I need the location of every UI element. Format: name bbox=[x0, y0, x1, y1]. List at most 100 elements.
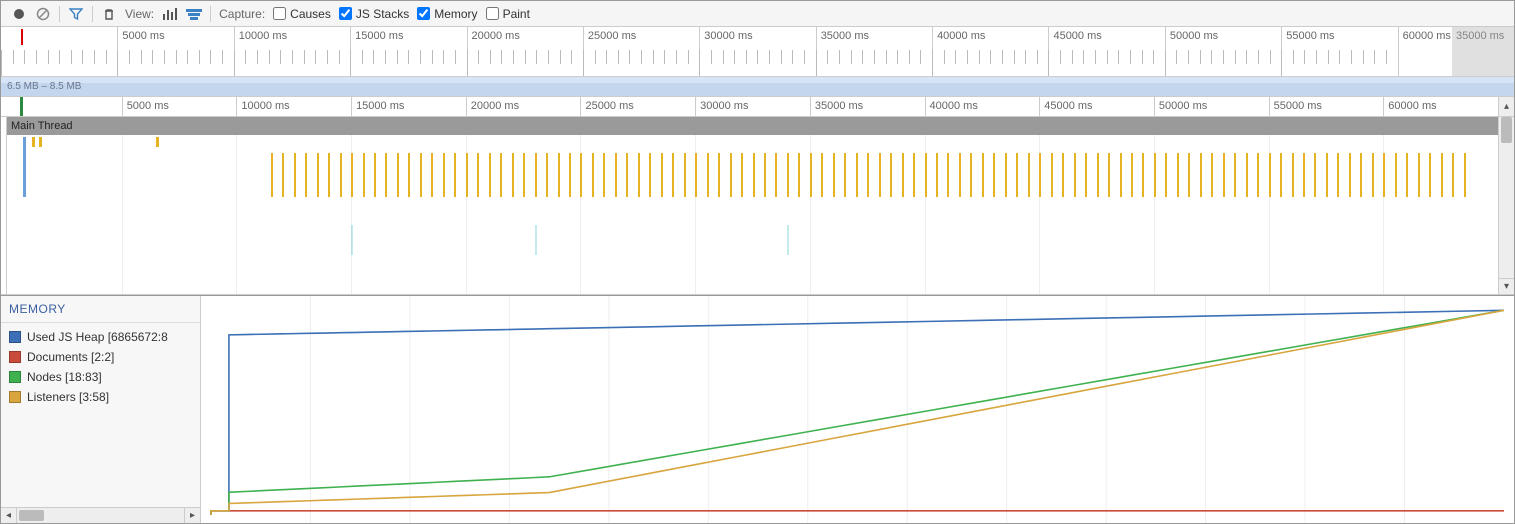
flame-event[interactable] bbox=[24, 137, 26, 197]
flame-task[interactable] bbox=[684, 153, 686, 197]
flame-event[interactable] bbox=[535, 225, 537, 255]
flame-task[interactable] bbox=[718, 153, 720, 197]
flame-task[interactable] bbox=[1085, 153, 1087, 197]
flame-task[interactable] bbox=[466, 153, 468, 197]
flame-task[interactable] bbox=[271, 153, 273, 197]
flame-task[interactable] bbox=[1360, 153, 1362, 197]
flame-task[interactable] bbox=[1395, 153, 1397, 197]
flame-event[interactable] bbox=[351, 225, 353, 255]
flame-task[interactable] bbox=[317, 153, 319, 197]
flame-task[interactable] bbox=[844, 153, 846, 197]
flame-task[interactable] bbox=[890, 153, 892, 197]
flame-task[interactable] bbox=[661, 153, 663, 197]
flame-task[interactable] bbox=[1269, 153, 1271, 197]
flame-task[interactable] bbox=[558, 153, 560, 197]
memory-overview-strip[interactable]: 6.5 MB – 8.5 MB bbox=[1, 77, 1514, 97]
flame-task[interactable] bbox=[810, 153, 812, 197]
overview-range-handle[interactable]: 35000 ms bbox=[1452, 27, 1514, 76]
flame-task[interactable] bbox=[420, 153, 422, 197]
bars-view-icon[interactable] bbox=[162, 6, 178, 22]
scroll-right-button[interactable]: ▸ bbox=[184, 508, 200, 523]
sidebar-hscrollbar[interactable]: ◂ ▸ bbox=[1, 507, 200, 523]
flame-task[interactable] bbox=[1200, 153, 1202, 197]
flame-task[interactable] bbox=[305, 153, 307, 197]
scroll-thumb[interactable] bbox=[19, 510, 44, 521]
paint-checkbox[interactable]: Paint bbox=[486, 7, 530, 21]
flame-task[interactable] bbox=[730, 153, 732, 197]
flame-task[interactable] bbox=[764, 153, 766, 197]
record-icon[interactable] bbox=[11, 6, 27, 22]
flame-task[interactable] bbox=[1177, 153, 1179, 197]
flame-task[interactable] bbox=[993, 153, 995, 197]
flame-task[interactable] bbox=[775, 153, 777, 197]
flame-task[interactable] bbox=[477, 153, 479, 197]
legend-item-nodes[interactable]: Nodes [18:83] bbox=[1, 367, 200, 387]
flame-task[interactable] bbox=[385, 153, 387, 197]
flame-task[interactable] bbox=[821, 153, 823, 197]
flame-task[interactable] bbox=[1418, 153, 1420, 197]
scroll-left-button[interactable]: ◂ bbox=[1, 508, 17, 523]
flame-task[interactable] bbox=[1314, 153, 1316, 197]
flame-task[interactable] bbox=[925, 153, 927, 197]
flame-task[interactable] bbox=[798, 153, 800, 197]
flame-task[interactable] bbox=[1051, 153, 1053, 197]
flame-task[interactable] bbox=[294, 153, 296, 197]
memory-checkbox[interactable]: Memory bbox=[417, 7, 477, 21]
flame-task[interactable] bbox=[1326, 153, 1328, 197]
flame-task[interactable] bbox=[1441, 153, 1443, 197]
flame-task[interactable] bbox=[500, 153, 502, 197]
flame-task[interactable] bbox=[707, 153, 709, 197]
flame-task[interactable] bbox=[936, 153, 938, 197]
flame-task[interactable] bbox=[523, 153, 525, 197]
flame-task[interactable] bbox=[753, 153, 755, 197]
flame-task[interactable] bbox=[32, 137, 35, 147]
flame-task[interactable] bbox=[672, 153, 674, 197]
flame-event[interactable] bbox=[787, 225, 789, 255]
memory-chart[interactable] bbox=[201, 296, 1514, 523]
flame-task[interactable] bbox=[1062, 153, 1064, 197]
flame-task[interactable] bbox=[1005, 153, 1007, 197]
flame-task[interactable] bbox=[1464, 153, 1466, 197]
flame-task[interactable] bbox=[156, 137, 159, 147]
scroll-up-button[interactable]: ▴ bbox=[1498, 97, 1514, 116]
garbage-icon[interactable] bbox=[101, 6, 117, 22]
jsstacks-checkbox[interactable]: JS Stacks bbox=[339, 7, 409, 21]
scroll-thumb[interactable] bbox=[1501, 117, 1512, 143]
flame-task[interactable] bbox=[397, 153, 399, 197]
causes-checkbox[interactable]: Causes bbox=[273, 7, 331, 21]
legend-item-heap[interactable]: Used JS Heap [6865672:8 bbox=[1, 327, 200, 347]
flame-task[interactable] bbox=[535, 153, 537, 197]
flame-task[interactable] bbox=[959, 153, 961, 197]
flame-view-icon[interactable] bbox=[186, 6, 202, 22]
flame-task[interactable] bbox=[1406, 153, 1408, 197]
flame-task[interactable] bbox=[833, 153, 835, 197]
flame-task[interactable] bbox=[1280, 153, 1282, 197]
flame-task[interactable] bbox=[328, 153, 330, 197]
flame-task[interactable] bbox=[913, 153, 915, 197]
flame-task[interactable] bbox=[1257, 153, 1259, 197]
flame-task[interactable] bbox=[580, 153, 582, 197]
flame-task[interactable] bbox=[374, 153, 376, 197]
flame-task[interactable] bbox=[638, 153, 640, 197]
flame-task[interactable] bbox=[1292, 153, 1294, 197]
overview-ruler[interactable]: 5000 ms10000 ms15000 ms20000 ms25000 ms3… bbox=[1, 27, 1514, 77]
legend-item-documents[interactable]: Documents [2:2] bbox=[1, 347, 200, 367]
flame-task[interactable] bbox=[1142, 153, 1144, 197]
flame-task[interactable] bbox=[1349, 153, 1351, 197]
flame-task[interactable] bbox=[1429, 153, 1431, 197]
flame-task[interactable] bbox=[1165, 153, 1167, 197]
flame-task[interactable] bbox=[39, 137, 42, 147]
flame-task[interactable] bbox=[1016, 153, 1018, 197]
flame-task[interactable] bbox=[1452, 153, 1454, 197]
flame-task[interactable] bbox=[340, 153, 342, 197]
flame-task[interactable] bbox=[741, 153, 743, 197]
flame-task[interactable] bbox=[615, 153, 617, 197]
flame-canvas[interactable] bbox=[7, 135, 1498, 294]
flame-task[interactable] bbox=[1074, 153, 1076, 197]
flame-task[interactable] bbox=[1097, 153, 1099, 197]
flame-task[interactable] bbox=[856, 153, 858, 197]
flame-task[interactable] bbox=[512, 153, 514, 197]
flame-task[interactable] bbox=[489, 153, 491, 197]
flame-task[interactable] bbox=[408, 153, 410, 197]
filter-icon[interactable] bbox=[68, 6, 84, 22]
